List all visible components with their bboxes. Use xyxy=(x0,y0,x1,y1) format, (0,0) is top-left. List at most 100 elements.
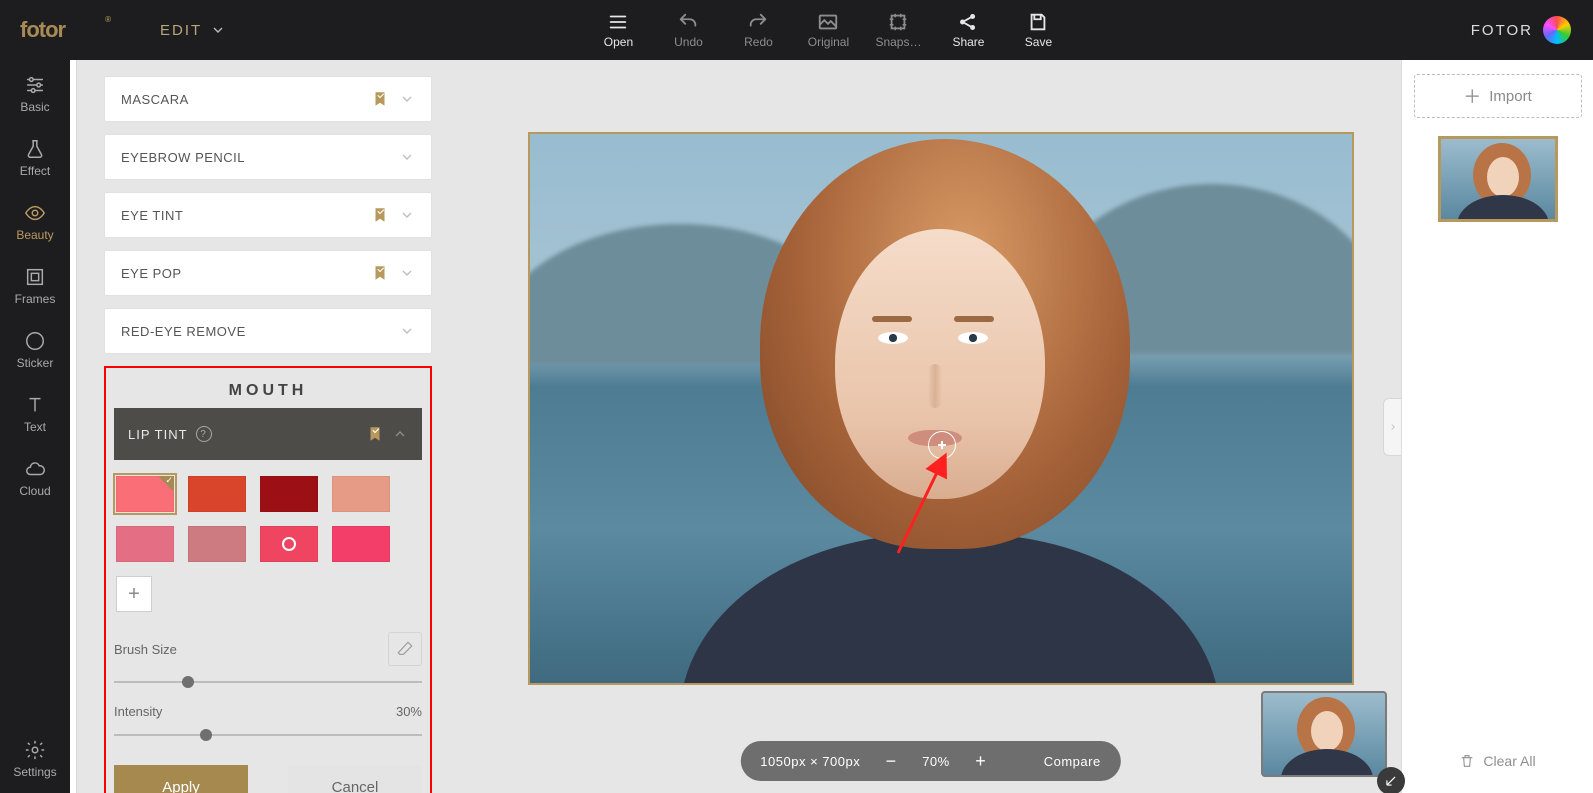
accordion-red-eye-remove[interactable]: RED-EYE REMOVE xyxy=(104,308,432,354)
beauty-panel: MASCARA EYEBROW PENCIL EYE TINT EYE POP … xyxy=(70,60,460,793)
lip-tint-header[interactable]: LIP TINT ? xyxy=(114,408,422,460)
trash-icon xyxy=(1459,753,1475,769)
rail-frames-label: Frames xyxy=(15,292,56,306)
image-thumbnail[interactable] xyxy=(1438,136,1558,222)
accordion-label: EYEBROW PENCIL xyxy=(121,150,245,165)
expand-navigator-button[interactable] xyxy=(1377,767,1405,793)
chevron-down-icon xyxy=(399,91,415,107)
left-rail: Basic Effect Beauty Frames Sticker Text … xyxy=(0,60,70,793)
image-dimensions: 1050px × 700px xyxy=(760,754,860,769)
rail-cloud-label: Cloud xyxy=(19,484,50,498)
zoom-out-button[interactable]: − xyxy=(878,748,904,774)
zoom-in-button[interactable]: + xyxy=(968,748,994,774)
image-canvas[interactable] xyxy=(528,132,1354,685)
image-icon xyxy=(817,11,839,33)
edit-menu[interactable]: EDIT xyxy=(160,22,226,39)
plus-icon: ＋ xyxy=(1463,83,1481,109)
navigator-preview[interactable] xyxy=(1261,691,1387,777)
compare-button[interactable]: Compare xyxy=(1044,754,1101,769)
undo-label: Undo xyxy=(674,35,703,49)
plus-icon: + xyxy=(128,583,140,606)
share-button[interactable]: Share xyxy=(944,11,992,49)
chevron-up-icon xyxy=(392,426,408,442)
redo-label: Redo xyxy=(744,35,773,49)
rail-effect[interactable]: Effect xyxy=(0,138,70,178)
rail-settings[interactable]: Settings xyxy=(0,739,70,779)
brush-size-slider[interactable] xyxy=(114,674,422,690)
color-swatch[interactable] xyxy=(260,526,318,562)
accordion-eye-pop[interactable]: EYE POP xyxy=(104,250,432,296)
rail-settings-label: Settings xyxy=(13,765,56,779)
rail-text-label: Text xyxy=(24,420,46,434)
expand-icon xyxy=(1384,774,1398,788)
zoom-value: 70% xyxy=(922,754,950,769)
snapshot-icon xyxy=(887,11,909,33)
save-button[interactable]: Save xyxy=(1014,11,1062,49)
color-swatch[interactable] xyxy=(188,526,246,562)
brand-logo[interactable]: fotor® xyxy=(20,17,100,43)
account-area[interactable]: FOTOR xyxy=(1471,16,1571,44)
import-button[interactable]: ＋ Import xyxy=(1414,74,1582,118)
star-icon xyxy=(24,330,46,352)
color-swatch[interactable] xyxy=(188,476,246,512)
cancel-button[interactable]: Cancel xyxy=(288,765,422,793)
accordion-label: EYE TINT xyxy=(121,208,183,223)
accordion-mascara[interactable]: MASCARA xyxy=(104,76,432,122)
redo-button[interactable]: Redo xyxy=(734,11,782,49)
chevron-down-icon xyxy=(399,207,415,223)
open-button[interactable]: Open xyxy=(594,11,642,49)
color-swatch[interactable] xyxy=(116,526,174,562)
intensity-value: 30% xyxy=(396,704,422,719)
rail-sticker[interactable]: Sticker xyxy=(0,330,70,370)
brand-text: fotor xyxy=(20,17,65,42)
rail-basic[interactable]: Basic xyxy=(0,74,70,114)
text-icon xyxy=(24,394,46,416)
undo-button[interactable]: Undo xyxy=(664,11,712,49)
undo-icon xyxy=(677,11,699,33)
save-icon xyxy=(1027,11,1049,33)
snapshot-button[interactable]: Snaps… xyxy=(874,11,922,49)
color-swatch[interactable] xyxy=(260,476,318,512)
edit-menu-label: EDIT xyxy=(160,22,202,39)
eye-icon xyxy=(24,202,46,224)
hamburger-icon xyxy=(607,11,629,33)
snapshot-label: Snaps… xyxy=(875,35,921,49)
rail-frames[interactable]: Frames xyxy=(0,266,70,306)
brush-size-label: Brush Size xyxy=(114,642,177,657)
color-swatch[interactable] xyxy=(332,476,390,512)
intensity-slider[interactable] xyxy=(114,727,422,743)
chevron-down-icon xyxy=(399,323,415,339)
top-bar: fotor® EDIT Open Undo Redo Original Snap… xyxy=(0,0,1593,60)
accordion-label: MASCARA xyxy=(121,92,189,107)
color-swatch[interactable] xyxy=(116,476,174,512)
chevron-down-icon xyxy=(399,149,415,165)
rail-text[interactable]: Text xyxy=(0,394,70,434)
accordion-eye-tint[interactable]: EYE TINT xyxy=(104,192,432,238)
share-icon xyxy=(957,11,979,33)
chevron-down-icon xyxy=(210,22,226,38)
intensity-label: Intensity xyxy=(114,704,162,719)
rail-beauty[interactable]: Beauty xyxy=(0,202,70,242)
section-title-mouth: MOUTH xyxy=(114,382,422,400)
cancel-label: Cancel xyxy=(332,779,379,793)
clear-all-button[interactable]: Clear All xyxy=(1459,743,1535,779)
add-color-button[interactable]: + xyxy=(116,576,152,612)
cloud-icon xyxy=(24,458,46,480)
zoom-bar: 1050px × 700px − 70% + Compare xyxy=(740,741,1120,781)
eraser-button[interactable] xyxy=(388,632,422,666)
collapse-right-tab[interactable] xyxy=(1383,398,1401,456)
rail-cloud[interactable]: Cloud xyxy=(0,458,70,498)
lip-tint-title: LIP TINT xyxy=(128,427,188,442)
eraser-icon xyxy=(396,640,414,658)
right-panel: ＋ Import Clear All xyxy=(1401,60,1593,793)
accordion-eyebrow-pencil[interactable]: EYEBROW PENCIL xyxy=(104,134,432,180)
original-label: Original xyxy=(808,35,849,49)
rail-sticker-label: Sticker xyxy=(17,356,54,370)
apply-button[interactable]: Apply xyxy=(114,765,248,793)
bookmark-icon xyxy=(366,423,384,445)
rail-basic-label: Basic xyxy=(20,100,49,114)
help-icon[interactable]: ? xyxy=(196,426,212,442)
original-button[interactable]: Original xyxy=(804,11,852,49)
color-swatch[interactable] xyxy=(332,526,390,562)
portrait-photo xyxy=(530,134,1352,683)
